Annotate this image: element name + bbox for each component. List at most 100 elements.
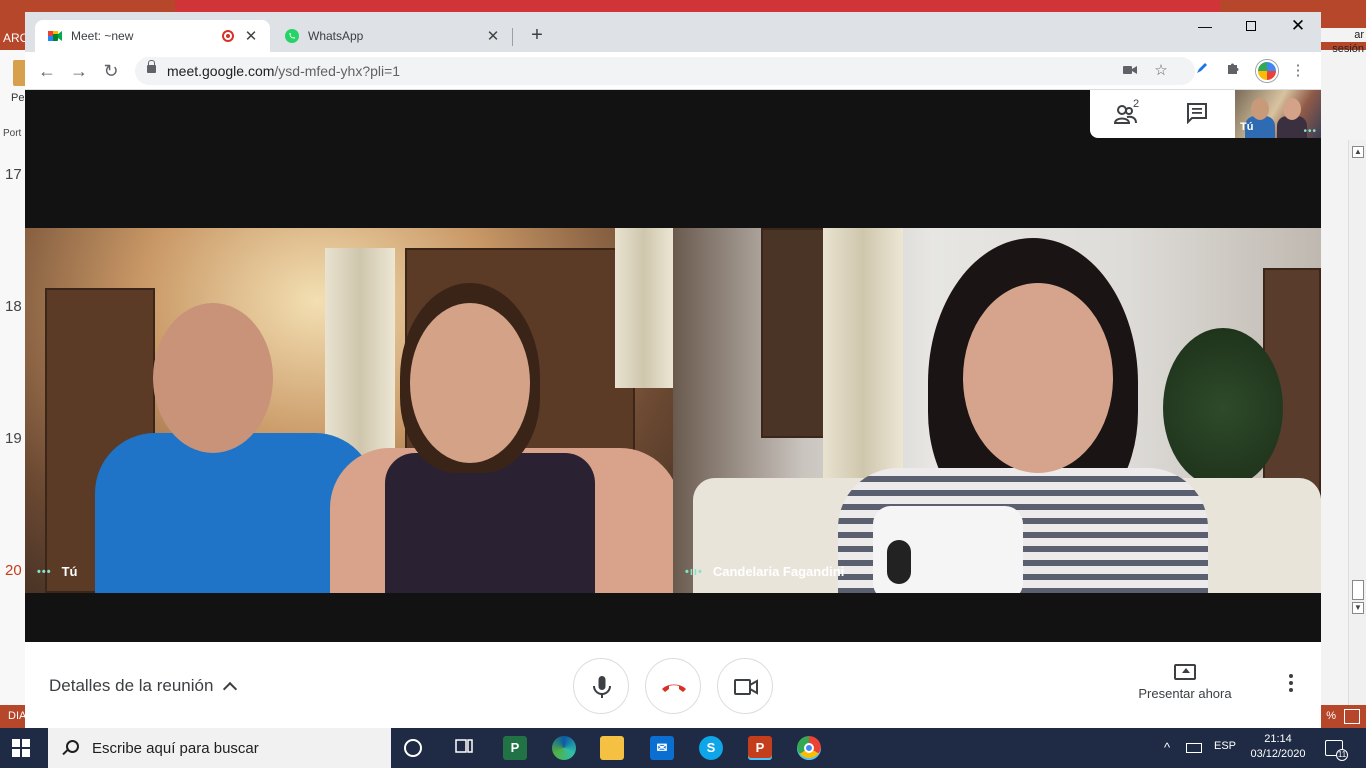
meet-stage: 2 Tú ••• ••• Tú •ıı• Candelaria Fagandin… [25,90,1321,642]
more-options-dots-icon[interactable]: ••• [1303,126,1317,137]
slide-number[interactable]: 19 [5,430,22,447]
search-placeholder: Escribe aquí para buscar [92,739,259,757]
phone-camera [887,540,911,584]
end-call-button[interactable] [645,658,701,714]
chrome-icon[interactable] [797,736,821,760]
end-call-icon [662,684,686,692]
powerpoint-clipboard-label: Port [3,128,22,139]
participants-count: 2 [1133,98,1140,110]
scrollbar-thumb[interactable] [1352,580,1364,600]
chevron-up-icon [223,681,238,697]
slide-number[interactable]: 18 [5,298,22,315]
camera-in-use-icon[interactable] [1121,62,1139,80]
slide-number-active[interactable]: 20 [5,562,22,579]
tab-separator [512,28,513,46]
background-curtain [615,228,673,388]
present-screen-icon [1174,664,1196,680]
forward-arrow-icon[interactable]: → [67,59,91,83]
microphone-button[interactable] [573,658,629,714]
participant-name-tag: ••• Tú [37,564,77,579]
participant-tile-self[interactable]: ••• Tú [25,228,673,593]
reload-icon[interactable]: ↻ [99,59,123,83]
extensions-puzzle-icon[interactable] [1222,60,1244,82]
participant-name-tag: •ıı• Candelaria Fagandini [685,564,844,579]
browser-toolbar: ← → ↻ meet.google.com/ysd-mfed-yhx?pli=1… [25,52,1321,90]
tab-meet[interactable]: Meet: ~new ✕ [35,20,270,52]
address-bar[interactable]: meet.google.com/ysd-mfed-yhx?pli=1 ☆ [135,57,1195,85]
lock-icon[interactable] [147,60,156,73]
call-controls-bar: Detalles de la reunión Presentar ahora [25,642,1321,728]
windows-start-icon[interactable] [12,739,30,757]
close-window-button[interactable]: ✕ [1275,14,1321,40]
powerpoint-scrollbar[interactable]: ▲ ▼ [1348,140,1366,705]
powerpoint-slide-indicator: DIA [8,710,27,722]
battery-icon[interactable] [1186,743,1202,753]
task-view-icon[interactable] [452,736,476,760]
scroll-up-arrow-icon[interactable]: ▲ [1352,146,1364,158]
close-tab-icon[interactable]: ✕ [486,27,500,45]
skype-icon[interactable]: S [699,736,723,760]
powerpoint-paste-label: Pe [11,92,25,104]
tab-strip: Meet: ~new ✕ WhatsApp ✕ + — ✕ [25,12,1321,52]
background-plant [1163,328,1283,488]
close-tab-icon[interactable]: ✕ [244,27,258,45]
tab-title: WhatsApp [308,29,364,43]
present-now-label: Presentar ahora [1138,686,1232,701]
powerpoint-zoom-label[interactable]: % [1326,710,1336,722]
chat-icon[interactable] [1186,102,1212,126]
system-clock[interactable]: 21:14 03/12/2020 [1248,732,1308,762]
powerpoint-signin-link[interactable]: ar sesión [1320,28,1366,55]
tab-title: Meet: ~new [71,29,134,43]
project-icon[interactable]: P [503,736,527,760]
microphone-icon [593,676,611,698]
meeting-details-label: Detalles de la reunión [49,676,214,695]
slide-number[interactable]: 17 [5,166,22,183]
mail-icon[interactable]: ✉ [650,736,674,760]
chrome-menu-icon[interactable]: ⋮ [1287,60,1309,82]
search-icon [62,740,79,756]
participant-tile-candelaria[interactable]: •ıı• Candelaria Fagandini [673,228,1321,593]
powerpoint-icon[interactable]: P [748,736,772,760]
bookmark-star-icon[interactable]: ☆ [1152,62,1170,80]
taskbar-search-box[interactable]: Escribe aquí para buscar [48,728,391,768]
maximize-icon [1246,21,1256,31]
participant-name: Candelaria Fagandini [712,564,845,579]
recording-icon [222,30,234,42]
audio-indicator-icon: ••• [37,565,52,578]
new-tab-button[interactable]: + [525,24,549,48]
google-meet-icon [48,31,62,41]
present-now-button[interactable]: Presentar ahora [1133,664,1237,701]
input-language[interactable]: ESP [1214,740,1236,752]
background-window-shutter [761,228,831,438]
url-text[interactable]: meet.google.com/ysd-mfed-yhx?pli=1 [167,63,400,79]
back-arrow-icon[interactable]: ← [35,59,59,83]
more-options-icon[interactable] [1283,672,1299,696]
clock-time: 21:14 [1264,733,1292,745]
chrome-window: Meet: ~new ✕ WhatsApp ✕ + — ✕ ← → ↻ meet… [25,12,1321,728]
video-camera-icon [734,679,758,695]
show-hidden-icons-icon[interactable]: ^ [1164,740,1170,755]
scroll-down-arrow-icon[interactable]: ▼ [1352,602,1364,614]
whatsapp-icon [285,29,299,43]
file-explorer-icon[interactable] [600,736,624,760]
self-view-thumbnail[interactable]: Tú ••• [1235,90,1321,138]
audio-indicator-icon: •ıı• [685,565,703,578]
powerpoint-archive-tab[interactable]: ARC [0,28,28,48]
self-thumb-label: Tú [1240,121,1254,133]
cortana-icon[interactable] [404,739,422,757]
fit-slide-icon[interactable] [1344,709,1360,724]
meeting-details-button[interactable]: Detalles de la reunión [49,676,238,697]
camera-button[interactable] [717,658,773,714]
tab-whatsapp[interactable]: WhatsApp ✕ [272,20,512,52]
powerpoint-slide-panel [0,50,25,705]
extension-pen-icon[interactable] [1191,60,1213,82]
profile-avatar[interactable] [1256,60,1278,82]
minimize-button[interactable]: — [1182,14,1228,40]
edge-icon[interactable] [552,736,576,760]
participants-icon[interactable]: 2 [1113,98,1140,126]
maximize-button[interactable] [1228,14,1274,40]
notification-center-icon[interactable]: 11 [1325,740,1348,761]
clock-date: 03/12/2020 [1250,748,1306,760]
notification-count: 11 [1336,749,1348,761]
participant-name: Tú [61,564,78,579]
